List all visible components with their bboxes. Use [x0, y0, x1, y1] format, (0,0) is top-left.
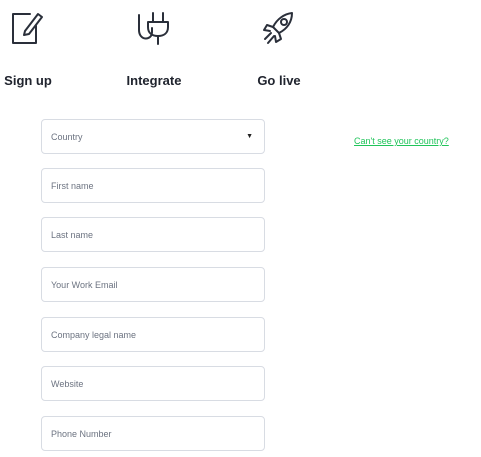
country-select-value: Country: [51, 131, 83, 142]
step-label-integrate: Integrate: [126, 73, 182, 88]
rocket-icon: [259, 8, 299, 50]
phone-number-field-wrapper: [41, 416, 265, 451]
website-field-wrapper: [41, 366, 265, 401]
plug-icon: [134, 8, 174, 50]
work-email-field[interactable]: [51, 279, 255, 290]
website-field[interactable]: [51, 378, 255, 389]
cant-see-country-link[interactable]: Can't see your country?: [354, 136, 449, 146]
phone-number-field[interactable]: [51, 428, 255, 439]
step-integrate: Integrate: [109, 0, 199, 95]
first-name-field[interactable]: [51, 180, 255, 191]
step-label-go-live: Go live: [257, 73, 301, 88]
step-label-sign-up: Sign up: [4, 73, 52, 88]
last-name-field[interactable]: [51, 229, 255, 240]
onboarding-steps: Sign up Integrate Go live: [0, 0, 481, 100]
country-select[interactable]: Country ▼: [41, 119, 265, 154]
first-name-field-wrapper: [41, 168, 265, 203]
work-email-field-wrapper: [41, 267, 265, 302]
last-name-field-wrapper: [41, 217, 265, 252]
company-legal-name-field[interactable]: [51, 329, 255, 340]
company-legal-name-field-wrapper: [41, 317, 265, 352]
step-go-live: Go live: [234, 0, 324, 95]
caret-down-icon: ▼: [246, 133, 253, 140]
document-edit-icon: [8, 8, 48, 50]
step-sign-up: Sign up: [0, 0, 73, 95]
